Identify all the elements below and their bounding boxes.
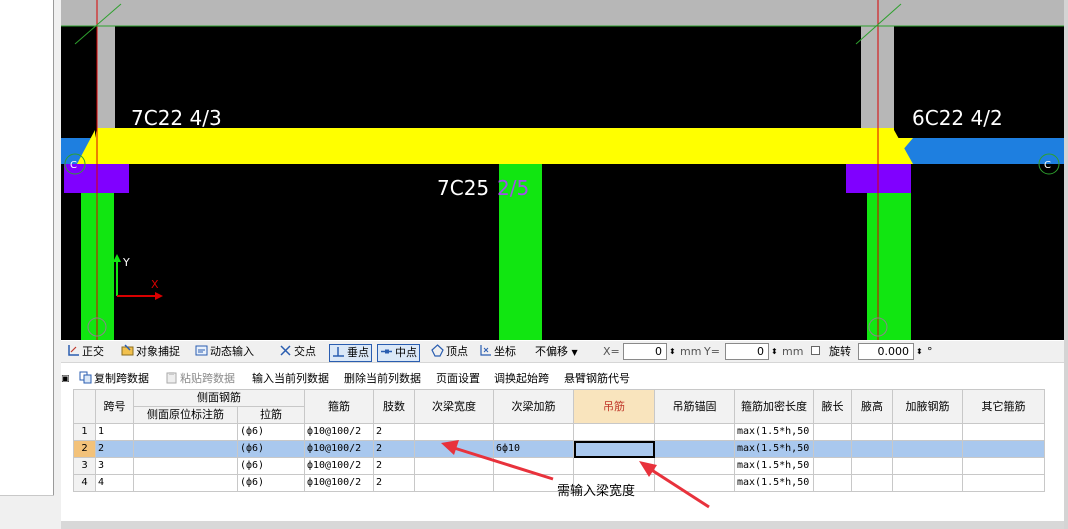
grid-action-toolbar: ▣ 复制跨数据 粘贴跨数据 输入当前列数据 删除当前列数据 页面设置 调换起始跨… (61, 369, 1064, 389)
y-spinner-icon[interactable]: ⬍ (771, 344, 778, 360)
annotation-overlay: 需输入梁宽度 (441, 440, 710, 509)
delete-column-button[interactable]: 删除当前列数据 (344, 371, 421, 387)
offset-mode-label: 不偏移 (535, 345, 568, 358)
vertex-toggle[interactable]: 顶点 (431, 344, 468, 360)
left-status-strip (0, 495, 54, 529)
swap-start-button[interactable]: 调换起始跨 (494, 371, 549, 387)
rotate-spinner-icon[interactable]: ⬍ (916, 344, 923, 360)
y-unit: mm (782, 345, 804, 358)
intersection-toggle[interactable]: 交点 (279, 344, 316, 360)
perpendicular-icon (333, 347, 344, 357)
label-top-left: 7C22 4/3 (131, 106, 222, 130)
top-wall-band (61, 0, 1064, 26)
intersection-label: 交点 (294, 345, 316, 358)
ortho-icon (68, 345, 79, 356)
coordinate-label: 坐标 (494, 345, 516, 358)
vertex-label: 顶点 (446, 345, 468, 358)
intersection-icon (280, 345, 291, 356)
paste-span-label: 粘贴跨数据 (180, 372, 235, 385)
x-spinner-icon[interactable]: ⬍ (669, 344, 676, 360)
dynamic-input-icon (195, 345, 208, 356)
coordinate-toggle[interactable]: 坐标 (479, 344, 516, 360)
rotate-input[interactable]: 0.000 (858, 343, 914, 360)
beam-yellow-body (95, 138, 894, 164)
annotation-text: 需输入梁宽度 (557, 483, 635, 499)
dynamic-input-label: 动态输入 (210, 345, 254, 358)
dynamic-input-toggle[interactable]: 动态输入 (195, 344, 254, 360)
cantilever-code-button[interactable]: 悬臂钢筋代号 (564, 371, 630, 387)
paste-span-button[interactable]: 粘贴跨数据 (165, 371, 235, 387)
label-bottom-white: 7C25 (437, 176, 489, 200)
coordinate-icon (480, 345, 491, 356)
object-snap-label: 对象捕捉 (136, 345, 180, 358)
right-scrollbar-edge[interactable] (1064, 0, 1068, 529)
marker-left: C (70, 160, 77, 171)
midpoint-icon (381, 349, 392, 354)
rotate-checkbox[interactable] (811, 346, 820, 355)
midpoint-label: 中点 (395, 346, 417, 359)
copy-span-button[interactable]: 复制跨数据 (79, 371, 149, 387)
annotation-arrow-left (450, 445, 554, 481)
object-snap-icon (121, 344, 134, 356)
bottom-scrollbar[interactable] (61, 521, 1064, 529)
rotate-label: 旋转 (829, 345, 851, 358)
canvas-background (61, 0, 1064, 340)
degree-symbol: ° (927, 345, 933, 358)
annotation-arrowhead-right (639, 461, 657, 477)
y-label: Y= (704, 345, 720, 358)
x-label: X= (603, 345, 620, 358)
y-input[interactable]: 0 (725, 343, 769, 360)
ortho-label: 正交 (82, 345, 104, 358)
wall-left (97, 26, 115, 138)
copy-icon (79, 371, 92, 384)
offset-mode-select[interactable]: 不偏移 ▼ (535, 344, 578, 360)
panel-pin-icon[interactable]: ▣ (61, 371, 70, 387)
label-bottom-purple: 2/5 (497, 176, 529, 200)
marker-right: C (1044, 160, 1051, 171)
paste-icon (166, 372, 177, 384)
x-unit: mm (680, 345, 702, 358)
copy-span-label: 复制跨数据 (94, 372, 149, 385)
object-snap-toggle[interactable]: 对象捕捉 (121, 344, 180, 360)
drawing-canvas[interactable]: C C 7C22 4/3 6C22 4/2 7C25 2/5 Y X (61, 0, 1064, 340)
annotation-arrow-right (646, 465, 710, 509)
midpoint-toggle[interactable]: 中点 (377, 344, 420, 362)
left-panel (0, 0, 53, 495)
input-column-button[interactable]: 输入当前列数据 (252, 371, 329, 387)
page-setup-button[interactable]: 页面设置 (436, 371, 480, 387)
panel-splitter[interactable] (54, 0, 61, 529)
perpendicular-toggle[interactable]: 垂点 (329, 344, 372, 362)
annotation-arrowhead-left (441, 440, 459, 455)
label-top-right: 6C22 4/2 (912, 106, 1003, 130)
x-input[interactable]: 0 (623, 343, 667, 360)
dropdown-arrow-icon: ▼ (571, 348, 578, 357)
vertex-icon (431, 344, 444, 357)
beam-span-grid: 跨号 侧面钢筋 箍筋 肢数 次梁宽度 次梁加筋 吊筋 吊筋锚固 箍筋加密长度 腋… (61, 389, 1064, 523)
ucs-x-label: X (151, 278, 159, 291)
ucs-y-label: Y (122, 256, 130, 269)
ortho-toggle[interactable]: 正交 (67, 344, 104, 360)
perpendicular-label: 垂点 (347, 346, 369, 359)
snap-toolbar: 正交 对象捕捉 动态输入 交点 垂点 中点 顶点 坐标 不偏移 ▼ X= 0 ⬍… (61, 341, 1064, 363)
